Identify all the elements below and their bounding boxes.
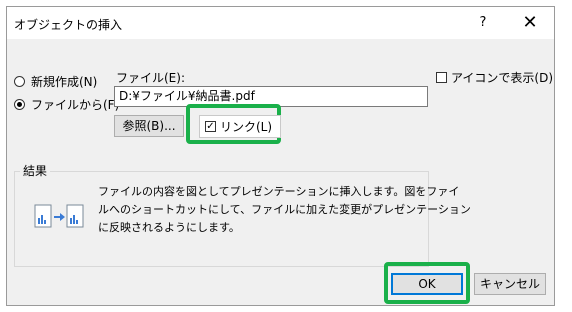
radio-create-new-label: 新規作成(N) (31, 75, 98, 89)
result-description: ファイルの内容を図としてプレゼンテーションに挿入します。図をファイ ルへのショー… (98, 183, 471, 237)
display-as-icon-checkbox[interactable]: アイコンで表示(D) (436, 69, 553, 86)
radio-from-file-circle[interactable] (14, 99, 25, 110)
result-description-line: に反映されるようにします。 (98, 221, 240, 234)
link-checkbox-label: リンク(L) (220, 120, 273, 134)
radio-create-new[interactable]: 新規作成(N) (14, 73, 97, 90)
browse-button[interactable]: 参照(B)... (114, 115, 184, 137)
help-button[interactable]: ? (472, 12, 494, 34)
radio-from-file-label: ファイルから(F) (31, 98, 120, 112)
result-heading: 結果 (20, 162, 51, 179)
link-checkbox-box[interactable]: ✓ (205, 121, 216, 132)
link-picture-icon (34, 201, 84, 237)
radio-create-new-circle[interactable] (14, 76, 25, 87)
display-as-icon-label: アイコンで表示(D) (451, 71, 554, 85)
close-button[interactable]: ✕ (517, 12, 543, 34)
display-as-icon-checkbox-box[interactable] (436, 72, 447, 83)
ok-button[interactable]: OK (391, 273, 463, 295)
result-description-line: ルへのショートカットにして、ファイルに加えた変更がプレゼンテーション (98, 203, 471, 216)
title-bar: オブジェクトの挿入 ? ✕ (7, 7, 554, 39)
dialog-title: オブジェクトの挿入 (14, 18, 123, 32)
file-field-label: ファイル(E): (116, 71, 185, 85)
radio-from-file[interactable]: ファイルから(F) (14, 96, 119, 113)
cancel-button[interactable]: キャンセル (474, 273, 546, 295)
link-checkbox[interactable]: ✓ リンク(L) (199, 115, 282, 138)
insert-object-dialog: オブジェクトの挿入 ? ✕ 新規作成(N) ファイルから(F) ファイル(E):… (6, 6, 555, 306)
result-description-line: ファイルの内容を図としてプレゼンテーションに挿入します。図をファイ (98, 185, 460, 198)
